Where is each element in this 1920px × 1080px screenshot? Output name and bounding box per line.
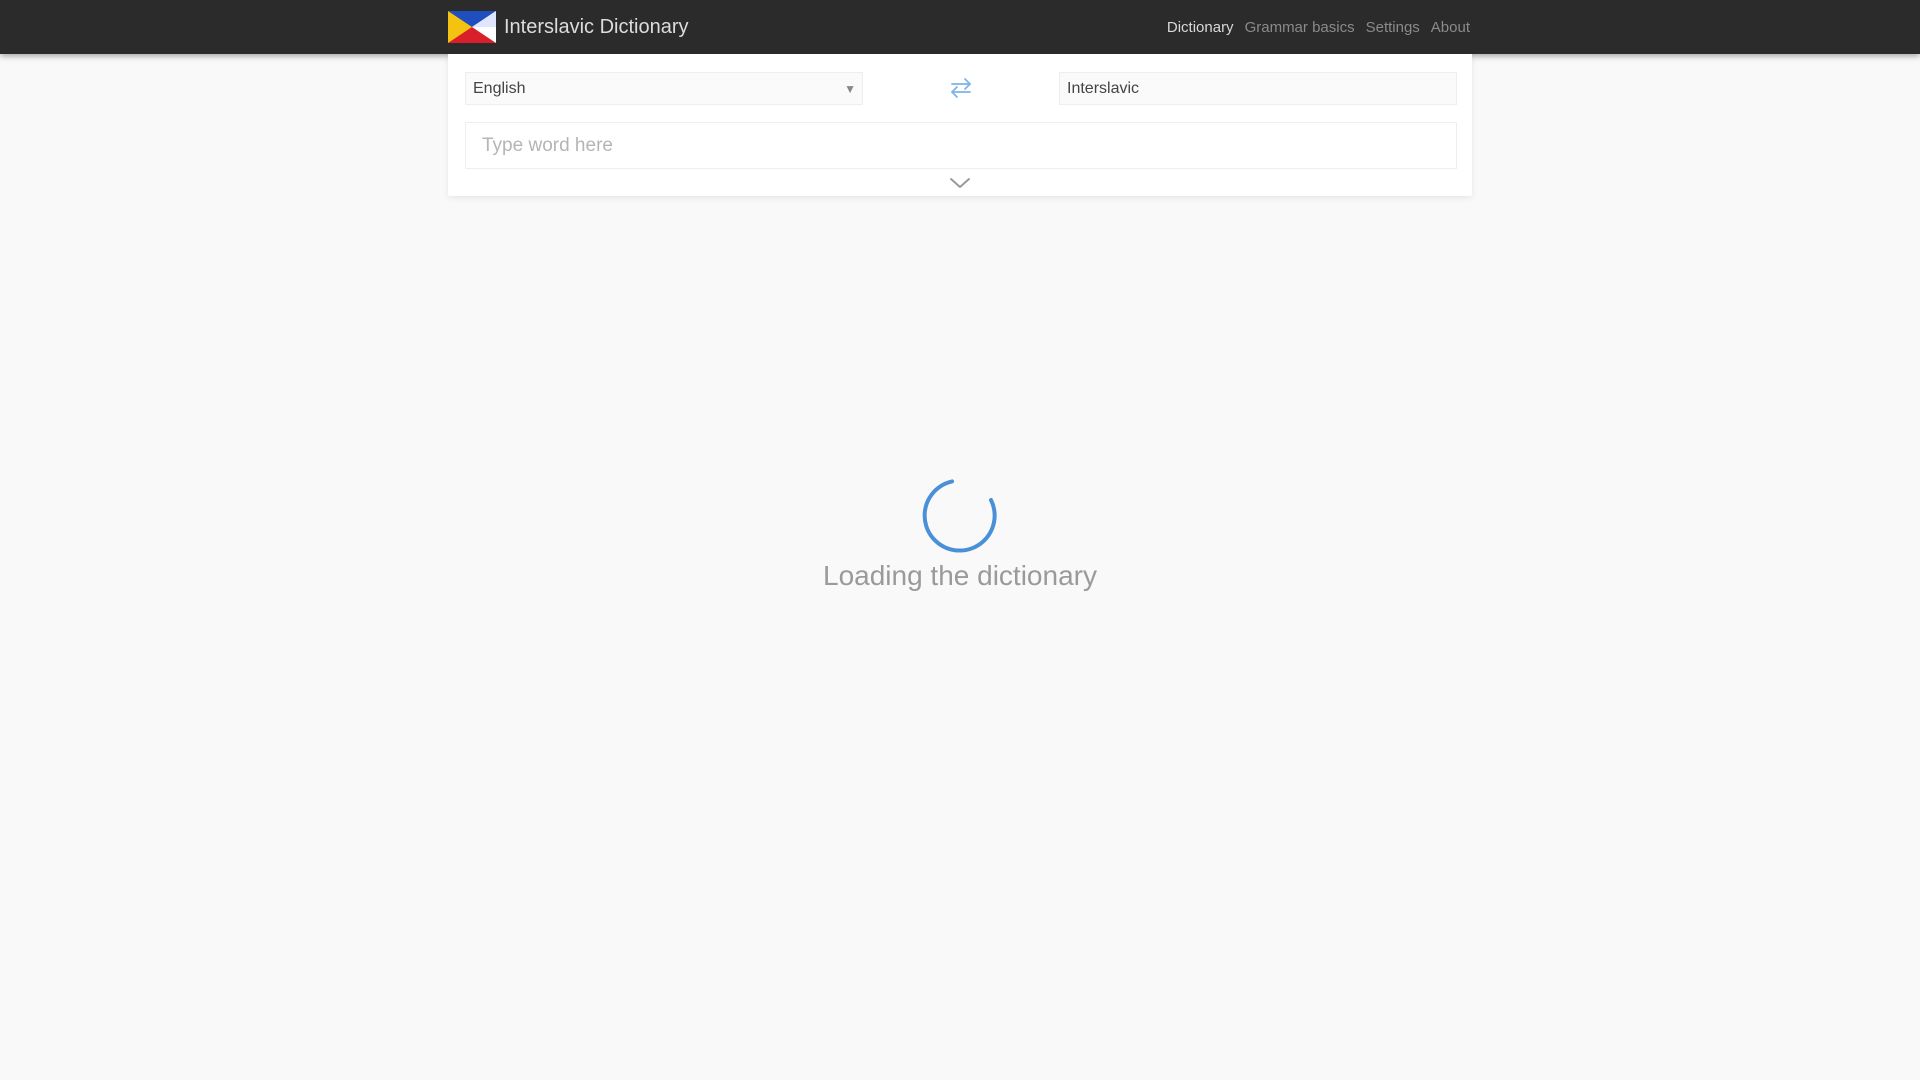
dropdown-arrow-icon: ▼: [844, 82, 856, 96]
main-nav: Dictionary Grammar basics Settings About: [1167, 19, 1470, 36]
chevron-down-icon[interactable]: [948, 176, 972, 190]
search-panel: English ▼ Interslavic: [448, 54, 1472, 196]
nav-settings[interactable]: Settings: [1366, 19, 1420, 36]
language-selector-row: English ▼ Interslavic: [465, 72, 1457, 106]
source-language-value: English: [473, 80, 526, 97]
app-title: Interslavic Dictionary: [504, 15, 689, 38]
loading-message: Loading the dictionary: [823, 560, 1097, 591]
nav-about[interactable]: About: [1431, 19, 1470, 36]
loading-indicator: Loading the dictionary: [0, 478, 1920, 592]
brand[interactable]: Interslavic Dictionary: [448, 11, 689, 43]
top-navbar: Interslavic Dictionary Dictionary Gramma…: [0, 0, 1920, 54]
target-language-value: Interslavic: [1067, 80, 1140, 97]
nav-grammar-basics[interactable]: Grammar basics: [1245, 19, 1355, 36]
source-language-select[interactable]: English ▼: [465, 72, 863, 105]
target-language-field[interactable]: Interslavic: [1059, 72, 1457, 105]
navbar-inner: Interslavic Dictionary Dictionary Gramma…: [448, 0, 1470, 54]
loading-spinner-icon: [922, 479, 997, 553]
word-search-input[interactable]: [465, 122, 1457, 169]
interslavic-flag-icon: [448, 11, 496, 43]
nav-dictionary[interactable]: Dictionary: [1167, 19, 1234, 36]
swap-arrows-icon[interactable]: [949, 74, 973, 102]
